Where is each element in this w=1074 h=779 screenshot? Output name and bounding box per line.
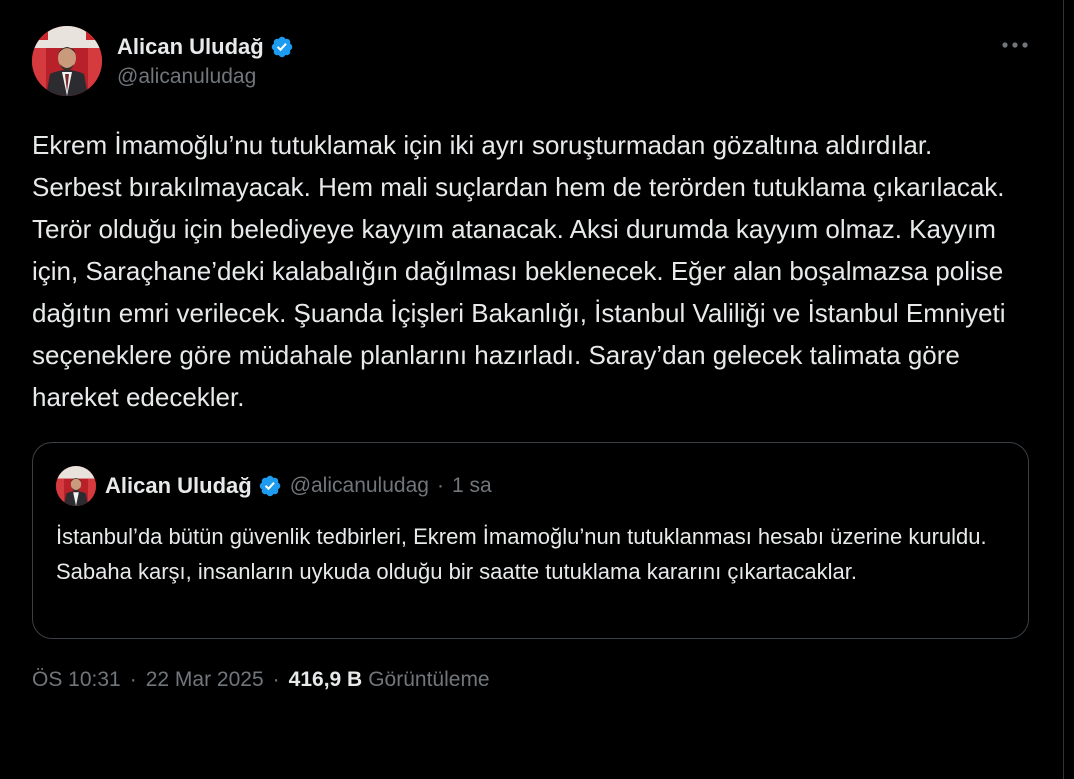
verified-badge-icon[interactable] [270,35,294,59]
quoted-handle: @alicanuludag [289,474,429,497]
quoted-tweet-header: Alican Uludağ @alicanuludag · 1 sa [56,465,1004,507]
tweet: Alican Uludağ @alicanuludag Ekrem İmamoğ… [32,25,1032,692]
tweet-header: Alican Uludağ @alicanuludag [32,25,1032,97]
avatar[interactable] [32,26,102,96]
author-name-row: Alican Uludağ [117,34,294,60]
quoted-avatar [56,466,96,506]
author-display-name[interactable]: Alican Uludağ [117,34,264,60]
quoted-separator: · [436,474,444,497]
quoted-meta: @alicanuludag · 1 sa [290,474,492,498]
quoted-tweet-text: İstanbul’da bütün güvenlik tedbirleri, E… [56,524,987,584]
footer-separator-2: · [272,668,280,691]
quoted-verified-badge-icon [258,474,282,498]
tweet-date[interactable]: 22 Mar 2025 [146,668,264,692]
footer-separator: · [129,668,137,691]
tweet-text: Ekrem İmamoğlu’nu tutuklamak için iki ay… [32,130,1006,412]
avatar-image [32,26,102,96]
author-handle[interactable]: @alicanuludag [117,65,294,89]
tweet-time[interactable]: ÖS 10:31 [32,668,121,692]
author-identity: Alican Uludağ @alicanuludag [117,34,294,89]
views-label: Görüntüleme [368,668,490,691]
views-count: 416,9 B [288,668,363,691]
tweet-footer: ÖS 10:31 · 22 Mar 2025 · 416,9 B Görüntü… [32,668,1032,692]
timeline-divider [1063,0,1064,779]
quoted-tweet[interactable]: Alican Uludağ @alicanuludag · 1 sa İstan… [32,442,1029,639]
quoted-display-name: Alican Uludağ [105,473,252,498]
quoted-avatar-image [56,466,96,506]
ellipsis-icon[interactable] [998,35,1032,55]
quoted-time: 1 sa [451,474,492,497]
